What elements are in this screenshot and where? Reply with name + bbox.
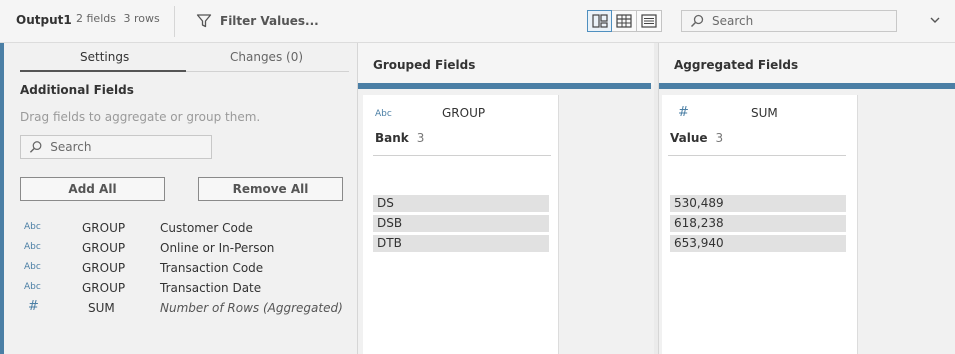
aggregated-fields-title: Aggregated Fields (674, 58, 799, 72)
value-row[interactable]: 653,940 (670, 235, 846, 252)
string-type-icon: Abc (24, 262, 41, 272)
grouped-fields-accent-bar (358, 83, 651, 89)
field-name: Customer Code (160, 221, 253, 235)
string-type-icon: Abc (24, 282, 41, 292)
fields-count: 2 fields (76, 12, 116, 25)
toolbar-search (681, 10, 897, 32)
output-title: Output1 (16, 13, 72, 27)
profile-view-button[interactable] (587, 10, 612, 32)
string-type-icon: Abc (375, 109, 392, 119)
tab-divider (186, 71, 349, 72)
value-row[interactable]: DS (373, 195, 549, 212)
field-name: Online or In-Person (160, 241, 275, 255)
grouped-fields-panel: Grouped Fields Abc GROUP Bank 3 DS DSB DT… (357, 43, 654, 354)
card-divider (668, 155, 846, 156)
card-field-name: Value 3 (670, 131, 723, 145)
settings-panel: Settings Changes (0) Additional Fields D… (0, 43, 357, 354)
field-name: Value (670, 131, 708, 145)
search-icon (29, 141, 42, 153)
toolbar-search-input[interactable] (712, 14, 882, 28)
settings-tabs: Settings Changes (0) (20, 43, 349, 73)
field-name: Transaction Code (160, 261, 264, 275)
field-item[interactable]: Abc GROUP Online or In-Person (20, 239, 350, 257)
field-count: 3 (715, 131, 724, 145)
additional-fields-hint: Drag fields to aggregate or group them. (20, 110, 261, 124)
field-item[interactable]: Abc GROUP Transaction Code (20, 259, 350, 277)
value-row[interactable]: DSB (373, 215, 549, 232)
field-role: GROUP (82, 221, 126, 235)
profile-view-icon (591, 14, 608, 28)
string-type-icon: Abc (24, 242, 41, 252)
field-count: 3 (416, 131, 425, 145)
field-item[interactable]: Abc GROUP Customer Code (20, 219, 350, 237)
list-view-icon (641, 14, 657, 28)
view-toggle-group (587, 10, 662, 32)
aggregated-fields-accent-bar (659, 83, 955, 89)
value-row[interactable]: 530,489 (670, 195, 846, 212)
field-profile-card[interactable]: Abc GROUP Bank 3 DS DSB DTB (363, 95, 559, 354)
output-meta: 2 fields 3 rows (76, 12, 160, 25)
field-profile-card[interactable]: # SUM Value 3 530,489 618,238 653,940 (662, 95, 858, 354)
field-name: Number of Rows (Aggregated) (160, 301, 343, 315)
tab-changes[interactable]: Changes (0) (230, 50, 303, 64)
field-name: Transaction Date (160, 281, 262, 295)
search-icon (690, 14, 704, 28)
list-view-button[interactable] (637, 10, 662, 32)
field-role: GROUP (82, 261, 126, 275)
card-role: GROUP (442, 106, 486, 120)
field-name: Bank (375, 131, 409, 145)
toolbar: Output1 2 fields 3 rows Filter Values... (0, 0, 955, 43)
card-field-name: Bank 3 (375, 131, 424, 145)
active-tab-indicator (20, 70, 186, 72)
aggregated-fields-panel: Aggregated Fields # SUM Value 3 530,489 6… (658, 43, 955, 354)
tab-settings[interactable]: Settings (80, 50, 129, 64)
grouped-fields-title: Grouped Fields (373, 58, 476, 72)
chevron-down-icon[interactable] (929, 14, 941, 26)
value-row[interactable]: DTB (373, 235, 549, 252)
number-type-icon: # (678, 105, 689, 120)
card-role: SUM (751, 106, 778, 120)
filter-icon (196, 14, 212, 28)
aggregated-fields-header: Aggregated Fields (659, 43, 955, 85)
field-role: GROUP (82, 241, 126, 255)
rows-count: 3 rows (123, 12, 160, 25)
string-type-icon: Abc (24, 222, 41, 232)
additional-fields-title: Additional Fields (20, 83, 134, 97)
number-type-icon: # (28, 299, 39, 314)
grouped-fields-header: Grouped Fields (358, 43, 654, 85)
field-role: SUM (88, 301, 115, 315)
field-item[interactable]: # SUM Number of Rows (Aggregated) (20, 299, 350, 317)
field-role: GROUP (82, 281, 126, 295)
filter-values-label: Filter Values... (220, 14, 319, 28)
field-search-input[interactable] (50, 140, 211, 154)
filter-values-button[interactable]: Filter Values... (196, 12, 319, 30)
field-item[interactable]: Abc GROUP Transaction Date (20, 279, 350, 297)
field-search (20, 135, 212, 159)
value-row[interactable]: 618,238 (670, 215, 846, 232)
toolbar-divider (174, 6, 175, 37)
table-view-icon (616, 14, 632, 28)
add-all-button[interactable]: Add All (20, 177, 165, 201)
table-view-button[interactable] (612, 10, 637, 32)
card-divider (373, 155, 551, 156)
remove-all-button[interactable]: Remove All (198, 177, 343, 201)
